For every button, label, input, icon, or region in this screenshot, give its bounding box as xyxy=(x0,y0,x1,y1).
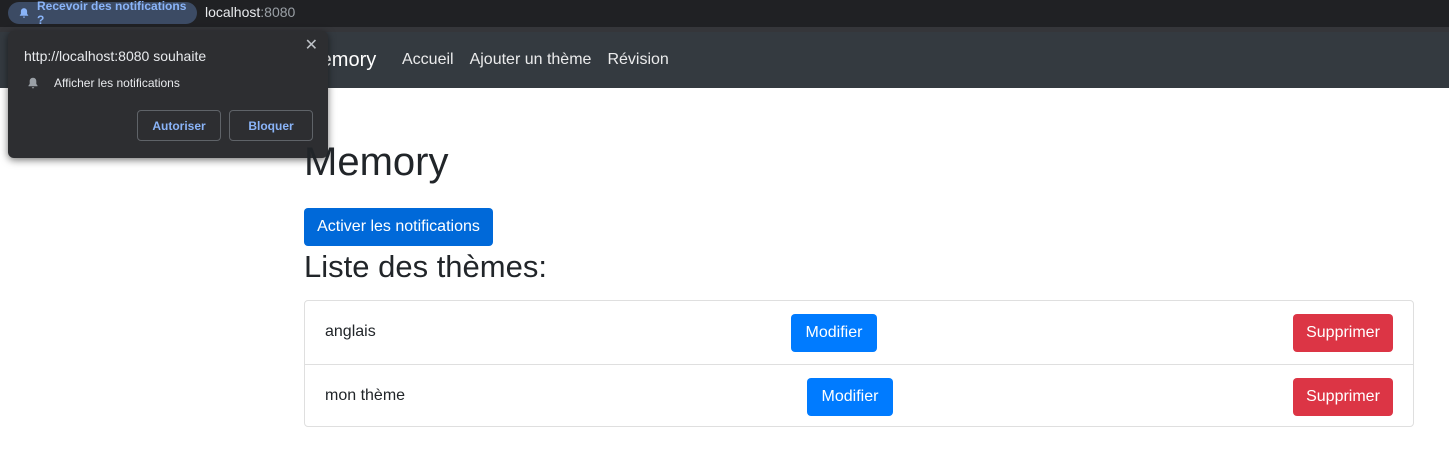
notification-permission-popup: ✕ http://localhost:8080 souhaite Affiche… xyxy=(8,31,328,158)
enable-notifications-button[interactable]: Activer les notifications xyxy=(304,208,493,246)
edit-button[interactable]: Modifier xyxy=(807,378,893,416)
nav-link-ajouter-theme[interactable]: Ajouter un thème xyxy=(470,51,592,69)
theme-name: mon thème xyxy=(325,387,406,404)
delete-button[interactable]: Supprimer xyxy=(1293,378,1393,416)
theme-name: anglais xyxy=(325,323,376,340)
theme-list: anglais Modifier Supprimer mon thème Mod… xyxy=(304,300,1414,427)
block-button[interactable]: Bloquer xyxy=(229,110,313,141)
edit-button[interactable]: Modifier xyxy=(791,314,877,352)
notification-permission-chip[interactable]: Recevoir des notifications ? xyxy=(8,0,197,27)
permission-request-row: Afficher les notifications xyxy=(27,76,180,90)
url-host: localhost xyxy=(205,4,261,20)
page-title: Memory xyxy=(304,140,449,184)
bell-icon xyxy=(18,7,30,19)
notification-chip-label: Recevoir des notifications ? xyxy=(37,0,187,27)
url-port: :8080 xyxy=(260,4,296,20)
list-item: anglais Modifier Supprimer xyxy=(305,301,1413,364)
permission-request-label: Afficher les notifications xyxy=(54,76,180,90)
theme-list-heading: Liste des thèmes: xyxy=(304,249,547,284)
browser-address-bar: Recevoir des notifications ? localhost:8… xyxy=(0,0,1449,27)
delete-button[interactable]: Supprimer xyxy=(1293,314,1393,352)
bell-icon xyxy=(27,77,39,90)
list-item: mon thème Modifier Supprimer xyxy=(305,364,1413,427)
permission-popup-title: http://localhost:8080 souhaite xyxy=(24,48,207,64)
nav-link-accueil[interactable]: Accueil xyxy=(402,51,454,69)
nav-links: Accueil Ajouter un thème Révision xyxy=(402,51,685,69)
url-text[interactable]: localhost:8080 xyxy=(205,4,295,20)
allow-button[interactable]: Autoriser xyxy=(137,110,221,141)
close-icon[interactable]: ✕ xyxy=(305,35,318,55)
nav-link-revision[interactable]: Révision xyxy=(607,51,668,69)
